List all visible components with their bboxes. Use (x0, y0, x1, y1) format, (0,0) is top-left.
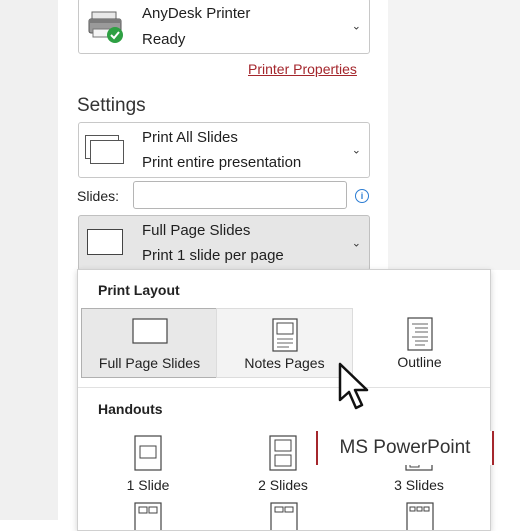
handout-2-slides-icon (269, 435, 297, 471)
print-range-title: Print All Slides (142, 129, 238, 146)
option-label: Full Page Slides (98, 355, 201, 371)
full-page-slide-icon (131, 318, 168, 344)
mouse-cursor-icon (338, 362, 369, 410)
printer-dropdown[interactable]: AnyDesk Printer Ready ⌄ (78, 0, 370, 54)
handout-label: 2 Slides (258, 477, 308, 493)
layout-options-panel: Print Layout Full Page Slides Notes Page… (77, 269, 491, 531)
backstage-left-pane (0, 0, 58, 520)
handouts-heading: Handouts (98, 401, 163, 417)
handout-9-slides-icon[interactable] (406, 502, 434, 530)
full-page-slide-icon (87, 229, 123, 255)
printer-icon (88, 11, 123, 43)
option-notes-pages[interactable]: Notes Pages (216, 308, 353, 378)
print-layout-heading: Print Layout (98, 282, 180, 298)
handout-4-slides-icon[interactable] (134, 502, 162, 530)
notes-page-icon (271, 318, 298, 352)
handout-label: 3 Slides (394, 477, 444, 493)
handout-1-slide-icon (134, 435, 162, 471)
chevron-down-icon: ⌄ (351, 237, 361, 250)
info-icon[interactable]: i (355, 189, 369, 203)
brand-watermark: MS PowerPoint (316, 431, 494, 465)
layout-dropdown[interactable]: Full Page Slides Print 1 slide per page … (78, 215, 370, 271)
printer-properties-link[interactable]: Printer Properties (248, 61, 357, 77)
chevron-down-icon: ⌄ (351, 20, 361, 33)
settings-heading: Settings (77, 95, 146, 116)
print-range-subtitle: Print entire presentation (142, 154, 302, 171)
print-range-dropdown[interactable]: Print All Slides Print entire presentati… (78, 122, 370, 178)
printer-status: Ready (142, 31, 186, 48)
chevron-down-icon: ⌄ (351, 144, 361, 157)
handout-1-slide[interactable]: 1 Slide (83, 430, 213, 500)
outline-icon (406, 317, 433, 351)
handout-label: 1 Slide (126, 477, 170, 493)
slides-stack-icon (85, 135, 125, 165)
layout-title: Full Page Slides (142, 222, 251, 239)
printer-name: AnyDesk Printer (142, 5, 251, 22)
handout-6-slides-icon[interactable] (270, 502, 298, 530)
layout-subtitle: Print 1 slide per page (142, 247, 284, 264)
print-preview-pane (388, 0, 520, 270)
slides-label: Slides: (77, 188, 120, 204)
option-label: Notes Pages (244, 355, 325, 371)
section-divider (78, 387, 490, 388)
slides-input[interactable] (133, 181, 347, 209)
option-full-page-slides[interactable]: Full Page Slides (81, 308, 218, 378)
